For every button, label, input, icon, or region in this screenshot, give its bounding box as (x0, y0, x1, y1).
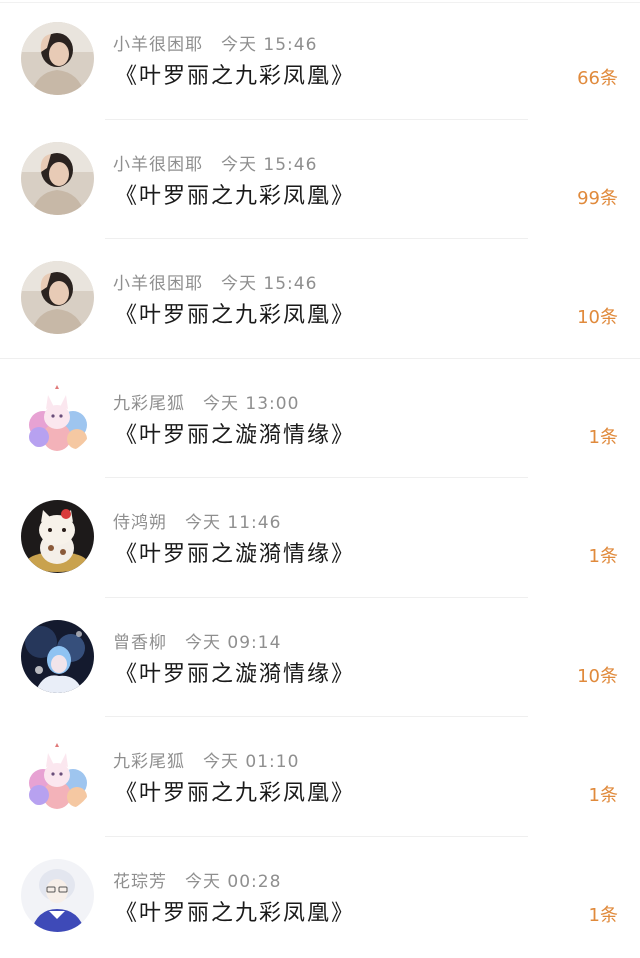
message-list: 小羊很困耶 今天 15:46 《叶罗丽之九彩凤凰》 66条 小羊很困耶 今天 15:… (0, 0, 640, 958)
girl-portrait-avatar-icon (21, 141, 94, 215)
anime-boy-avatar-icon (21, 858, 94, 932)
avatar[interactable] (21, 739, 94, 812)
avatar[interactable] (21, 380, 94, 454)
item-meta: 侍鸿朔 今天 11:46 (113, 508, 281, 533)
item-title[interactable]: 《叶罗丽之漩漪情缘》 (115, 536, 355, 568)
timestamp: 今天 09:14 (185, 632, 282, 653)
avatar[interactable] (21, 22, 94, 95)
list-item[interactable]: 曾香柳 今天 09:14 《叶罗丽之漩漪情缘》 10条 (0, 598, 640, 717)
list-item[interactable]: 小羊很困耶 今天 15:46 《叶罗丽之九彩凤凰》 10条 (0, 239, 640, 359)
list-item[interactable]: 小羊很困耶 今天 15:46 《叶罗丽之九彩凤凰》 99条 (0, 120, 640, 239)
timestamp: 今天 15:46 (221, 35, 318, 55)
item-title[interactable]: 《叶罗丽之九彩凤凰》 (115, 297, 355, 329)
username[interactable]: 小羊很困耶 (113, 155, 203, 175)
nine-tail-fox-avatar-icon (21, 739, 94, 812)
avatar[interactable] (21, 261, 94, 334)
lucky-cat-avatar-icon (21, 500, 94, 573)
username[interactable]: 小羊很困耶 (113, 35, 203, 55)
girl-portrait-avatar-icon (21, 22, 94, 95)
avatar[interactable] (21, 500, 94, 573)
item-meta: 小羊很困耶 今天 15:46 (113, 269, 317, 294)
item-title[interactable]: 《叶罗丽之漩漪情缘》 (115, 417, 355, 449)
timestamp: 今天 11:46 (185, 513, 282, 533)
item-meta: 曾香柳 今天 09:14 (113, 628, 281, 653)
list-item[interactable]: 九彩尾狐 今天 01:10 《叶罗丽之九彩凤凰》 1条 (0, 717, 640, 837)
username[interactable]: 小羊很困耶 (113, 274, 203, 294)
timestamp: 今天 01:10 (203, 752, 300, 772)
username[interactable]: 花琮芳 (113, 872, 167, 892)
avatar[interactable] (21, 141, 94, 215)
item-title[interactable]: 《叶罗丽之九彩凤凰》 (115, 178, 355, 210)
count-badge: 1条 (588, 785, 618, 806)
nine-tail-fox-avatar-icon (21, 380, 94, 454)
timestamp: 今天 15:46 (221, 154, 318, 175)
list-item[interactable]: 花琮芳 今天 00:28 《叶罗丽之九彩凤凰》 1条 (0, 837, 640, 957)
timestamp: 今天 15:46 (221, 274, 318, 294)
item-meta: 九彩尾狐 今天 01:10 (113, 747, 299, 772)
avatar[interactable] (21, 858, 94, 932)
username[interactable]: 曾香柳 (113, 633, 167, 653)
item-meta: 小羊很困耶 今天 15:46 (113, 150, 317, 175)
girl-portrait-avatar-icon (21, 261, 94, 334)
list-item[interactable]: 九彩尾狐 今天 13:00 《叶罗丽之漩漪情缘》 1条 (0, 359, 640, 478)
item-meta: 花琮芳 今天 00:28 (113, 867, 281, 892)
timestamp: 今天 13:00 (203, 393, 300, 414)
count-badge: 66条 (577, 68, 618, 89)
item-meta: 小羊很困耶 今天 15:46 (113, 30, 317, 55)
item-title[interactable]: 《叶罗丽之九彩凤凰》 (115, 895, 355, 927)
count-badge: 1条 (588, 904, 618, 926)
item-title[interactable]: 《叶罗丽之九彩凤凰》 (115, 775, 355, 807)
item-meta: 九彩尾狐 今天 13:00 (113, 389, 299, 414)
timestamp: 今天 00:28 (185, 871, 282, 892)
item-title[interactable]: 《叶罗丽之九彩凤凰》 (115, 58, 355, 90)
list-item[interactable]: 侍鸿朔 今天 11:46 《叶罗丽之漩漪情缘》 1条 (0, 478, 640, 598)
username[interactable]: 九彩尾狐 (113, 394, 185, 414)
count-badge: 1条 (588, 546, 618, 567)
anime-fairy-avatar-icon (21, 619, 94, 693)
item-title[interactable]: 《叶罗丽之漩漪情缘》 (115, 656, 355, 688)
username[interactable]: 九彩尾狐 (113, 752, 185, 772)
count-badge: 1条 (588, 426, 618, 448)
count-badge: 10条 (577, 307, 618, 328)
count-badge: 99条 (577, 187, 618, 209)
count-badge: 10条 (577, 665, 618, 687)
avatar[interactable] (21, 619, 94, 693)
list-item[interactable]: 小羊很困耶 今天 15:46 《叶罗丽之九彩凤凰》 66条 (0, 0, 640, 120)
username[interactable]: 侍鸿朔 (113, 513, 167, 533)
